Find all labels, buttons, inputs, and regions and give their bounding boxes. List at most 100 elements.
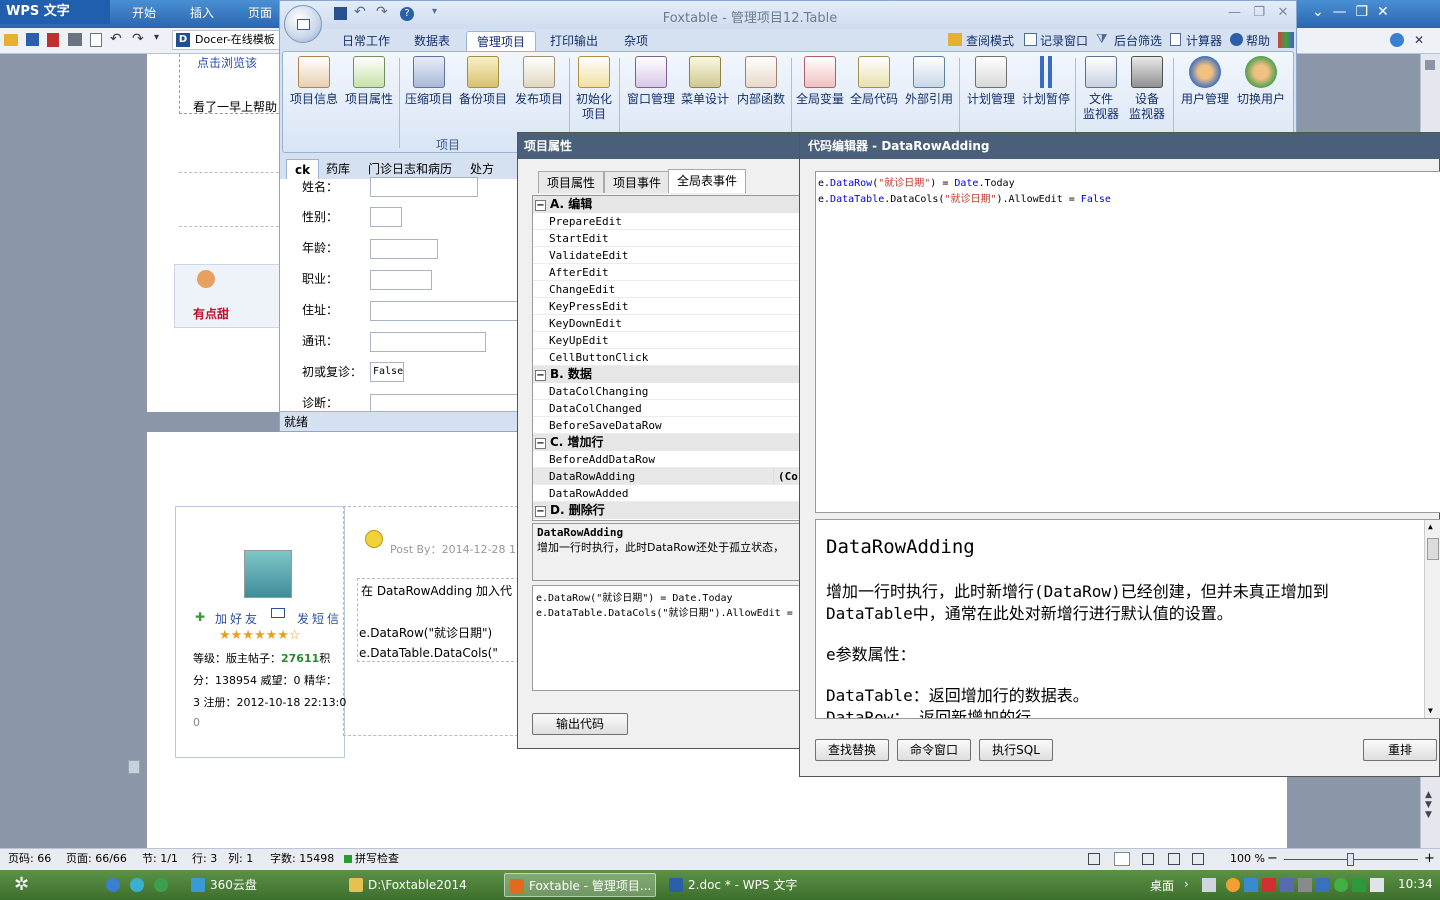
compress-project-button[interactable]: 压缩项目 — [403, 56, 455, 107]
project-properties-button[interactable]: 项目属性 — [343, 56, 395, 107]
project-info-button[interactable]: 项目信息 — [289, 56, 339, 107]
page-note-icon[interactable] — [128, 760, 140, 774]
close-doc-icon[interactable]: ✕ — [1414, 33, 1424, 47]
add-friend-link[interactable]: 加好友 — [215, 610, 260, 627]
external-reference-button[interactable]: 外部引用 — [901, 56, 957, 107]
tab-print-output[interactable]: 打印输出 — [540, 31, 608, 51]
internal-functions-button[interactable]: 内部函数 — [733, 56, 789, 107]
collapse-icon[interactable]: − — [535, 506, 546, 517]
tray-icon[interactable] — [1298, 878, 1312, 892]
tab-prescription[interactable]: 处方 — [462, 159, 502, 179]
user-name[interactable]: 有点甜 — [193, 305, 229, 322]
send-message-link[interactable]: 发短信 — [297, 610, 342, 627]
doc-link-text[interactable]: 点击浏览该 — [197, 54, 257, 71]
tab-project-events[interactable]: 项目事件 — [604, 171, 671, 193]
quicklaunch-icon[interactable] — [154, 878, 168, 892]
cloud-icon[interactable] — [1390, 33, 1404, 47]
input-gender[interactable] — [370, 207, 402, 227]
output-code-button[interactable]: 输出代码 — [532, 713, 628, 735]
outline-view-icon[interactable] — [1142, 853, 1154, 865]
code-text-area[interactable]: e.DataRow("就诊日期") = Date.Today e.DataTab… — [815, 171, 1440, 513]
input-name[interactable] — [370, 177, 478, 197]
input-contact[interactable] — [370, 332, 486, 352]
plan-pause-button[interactable]: 计划暂停 — [1019, 56, 1073, 107]
foxtable-window-controls[interactable]: — ❐ ✕ — [1228, 5, 1288, 20]
event-code-preview[interactable]: e.DataRow("就诊日期") = Date.Today e.DataTab… — [532, 585, 800, 691]
wps-logo[interactable]: WPS 文字 — [0, 0, 110, 24]
zoom-out-icon[interactable]: − — [1267, 849, 1278, 869]
event-row-selected[interactable]: DataRowAdding (Co — [533, 468, 801, 485]
background-filter-button[interactable]: 后台筛选 — [1104, 31, 1172, 51]
find-replace-button[interactable]: 查找替换 — [815, 739, 889, 761]
tab-global-table-events[interactable]: 全局表事件 — [668, 169, 747, 193]
scroll-up-icon[interactable]: ▲ — [1428, 522, 1433, 531]
start-button[interactable]: ✲ — [14, 875, 36, 895]
event-row[interactable]: ChangeEdit — [533, 281, 801, 298]
poster-avatar[interactable] — [244, 550, 292, 598]
tab-ck[interactable]: ck — [286, 159, 320, 179]
dropdown-icon[interactable]: ▾ — [154, 32, 159, 43]
wps-window-controls[interactable]: ⌄ — ❐ ✕ — [1312, 4, 1389, 20]
device-monitor-button[interactable]: 设备 监视器 — [1125, 56, 1169, 122]
tray-icon[interactable] — [1226, 878, 1240, 892]
execute-sql-button[interactable]: 执行SQL — [979, 739, 1053, 761]
backup-project-button[interactable]: 备份项目 — [457, 56, 509, 107]
collapse-icon[interactable]: − — [535, 370, 546, 381]
rearrange-button[interactable]: 重排 — [1363, 739, 1437, 761]
zoom-level[interactable]: 100 % — [1230, 849, 1265, 869]
help-button[interactable]: 帮助 — [1236, 31, 1280, 51]
category-delete-row[interactable]: − D. 删除行 — [533, 502, 801, 519]
event-row[interactable]: KeyUpEdit — [533, 332, 801, 349]
category-add-row[interactable]: − C. 增加行 — [533, 434, 801, 451]
ie-icon[interactable] — [106, 878, 120, 892]
pdf-icon[interactable] — [47, 33, 59, 47]
event-row[interactable]: StartEdit — [533, 230, 801, 247]
event-row[interactable]: KeyPressEdit — [533, 298, 801, 315]
tray-icon[interactable] — [1334, 878, 1348, 892]
users-icon[interactable] — [1278, 32, 1294, 48]
help-scrollbar[interactable]: ▲ ▼ — [1424, 520, 1440, 718]
category-data[interactable]: − B. 数据 — [533, 366, 801, 383]
system-tray[interactable] — [1200, 878, 1388, 892]
plan-manage-button[interactable]: 计划管理 — [963, 56, 1019, 107]
zoom-in-icon[interactable]: + — [1424, 849, 1435, 869]
web-view-icon[interactable] — [1168, 853, 1180, 865]
scroll-thumb[interactable] — [1427, 538, 1439, 560]
event-row[interactable]: DataColChanging — [533, 383, 801, 400]
event-value[interactable]: (Co — [773, 468, 798, 485]
input-occupation[interactable] — [370, 270, 432, 290]
spellcheck-button[interactable]: 拼写检查 — [355, 849, 399, 869]
tab-pharmacy[interactable]: 药库 — [318, 159, 358, 179]
event-row[interactable]: CellButtonClick — [533, 349, 801, 366]
tab-misc[interactable]: 杂项 — [614, 31, 658, 51]
event-row[interactable]: PrepareEdit — [533, 213, 801, 230]
page-view-icon[interactable] — [1114, 852, 1130, 866]
event-row[interactable]: ValidateEdit — [533, 247, 801, 264]
reading-view-icon[interactable] — [1192, 853, 1204, 865]
window-manage-button[interactable]: 窗口管理 — [623, 56, 679, 107]
network-icon[interactable] — [1370, 878, 1384, 892]
tab-daily-work[interactable]: 日常工作 — [332, 31, 400, 51]
tab-project-properties[interactable]: 项目属性 — [538, 171, 605, 193]
file-monitor-button[interactable]: 文件 监视器 — [1079, 56, 1123, 122]
event-row[interactable]: DataRowAdded — [533, 485, 801, 502]
user-manage-button[interactable]: 用户管理 — [1177, 56, 1233, 107]
save-icon[interactable] — [26, 33, 39, 46]
wps-tab-insert[interactable]: 插入 — [190, 4, 214, 21]
event-row[interactable]: BeforeAddDataRow — [533, 451, 801, 468]
input-address[interactable] — [370, 301, 520, 321]
initialize-project-button[interactable]: 初始化 项目 — [571, 56, 617, 122]
record-window-button[interactable]: 记录窗口 — [1030, 31, 1098, 51]
tray-icon[interactable] — [1262, 878, 1276, 892]
menu-design-button[interactable]: 菜单设计 — [679, 56, 731, 107]
switch-user-button[interactable]: 切换用户 — [1233, 56, 1289, 107]
event-row[interactable]: KeyDownEdit — [533, 315, 801, 332]
tab-clinic-log[interactable]: 门诊日志和病历 — [360, 159, 460, 179]
event-row[interactable]: DataColChanged — [533, 400, 801, 417]
quicklaunch-icon[interactable] — [130, 878, 144, 892]
taskbar-item-wps[interactable]: 2.doc * - WPS 文字 — [664, 873, 814, 897]
taskbar-item-folder[interactable]: D:\Foxtable2014 — [344, 873, 496, 897]
undo-icon[interactable]: ↶ — [110, 31, 122, 47]
keyboard-icon[interactable] — [1202, 878, 1216, 892]
global-variables-button[interactable]: 全局变量 — [793, 56, 847, 107]
